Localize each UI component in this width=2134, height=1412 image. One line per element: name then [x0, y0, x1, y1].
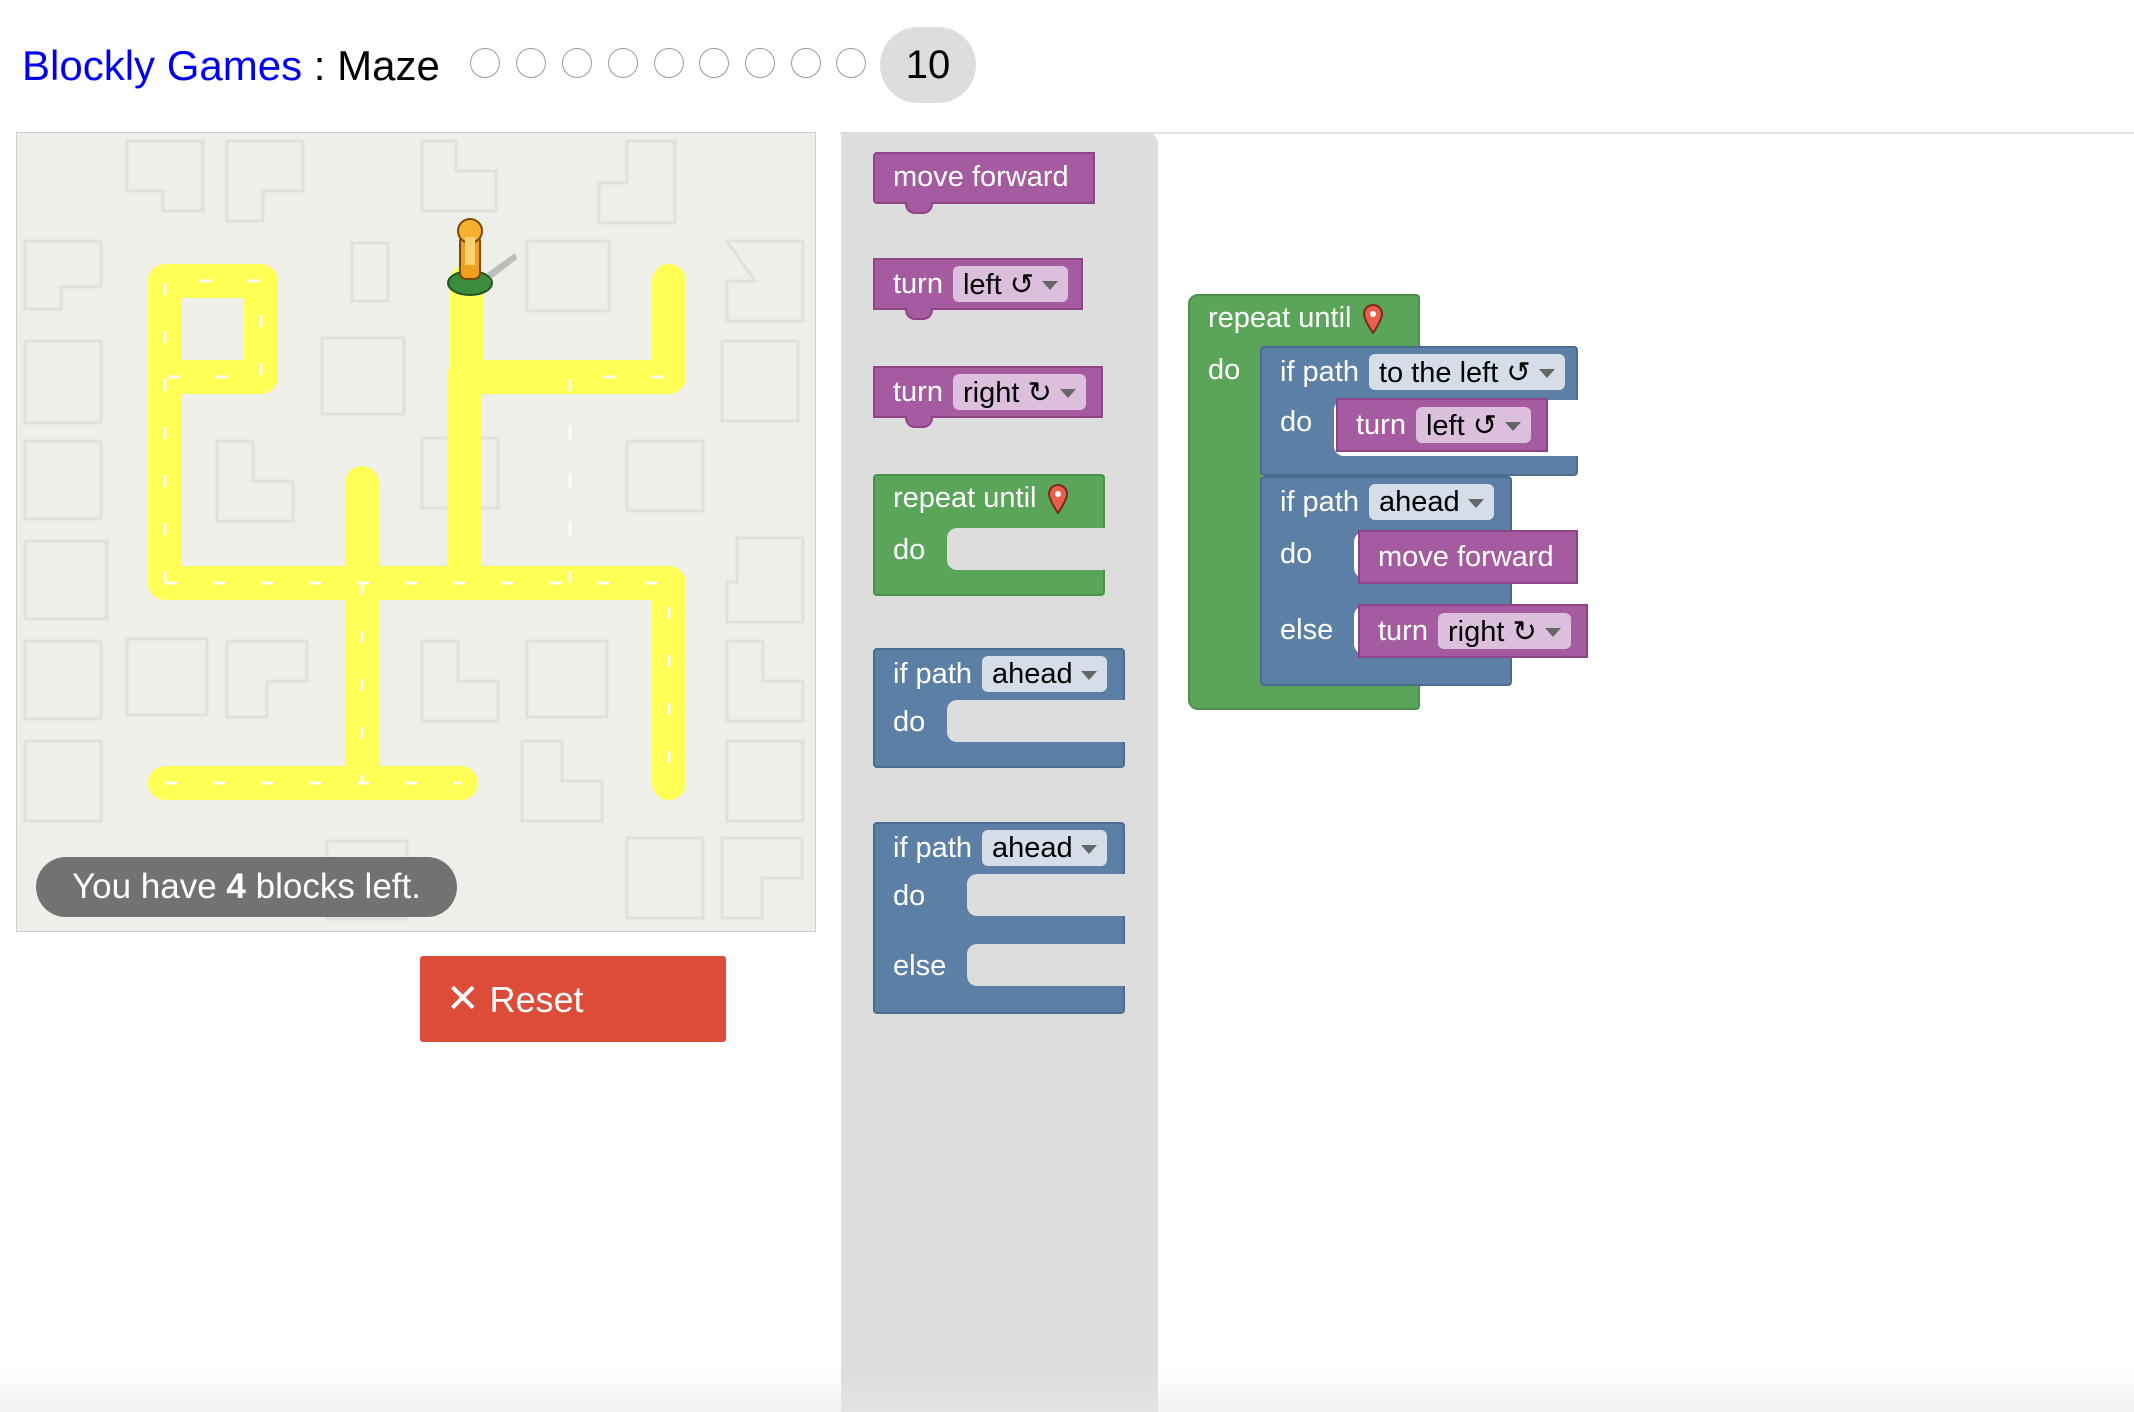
toolbox-if-else-block[interactable]: if path ahead do else — [873, 822, 1125, 1014]
toolbox-turn-left-block[interactable]: turn left ↺ — [873, 258, 1083, 320]
chevron-down-icon — [1059, 389, 1076, 398]
level-10-current[interactable]: 10 — [880, 27, 976, 103]
block-label: else — [1280, 614, 1334, 646]
block-label: if path — [1280, 485, 1359, 518]
path-dropdown[interactable]: to the left ↺ — [1369, 354, 1565, 390]
block-label: turn — [1356, 408, 1406, 441]
bottom-shadow — [0, 1370, 2134, 1412]
block-label: turn — [893, 375, 943, 408]
chevron-down-icon — [1042, 281, 1059, 290]
block-notch — [905, 416, 933, 428]
block-label: turn — [1378, 614, 1428, 647]
block-workspace[interactable]: repeat until do if path to the left ↺ do … — [1158, 134, 2134, 1412]
toolbox-turn-right-block[interactable]: turn right ↻ — [873, 366, 1103, 428]
turn-left-block[interactable]: turn left ↺ — [1336, 398, 1548, 452]
dropdown-value: right ↻ — [962, 376, 1052, 409]
blocks-left-suffix: blocks left. — [245, 867, 421, 906]
statement-slot[interactable] — [947, 528, 1105, 570]
toolbox-repeat-until-block[interactable]: repeat until do — [873, 474, 1105, 596]
level-1-link[interactable] — [470, 48, 500, 78]
dropdown-value: left ↺ — [962, 268, 1035, 301]
chevron-down-icon — [1544, 628, 1561, 637]
block-label: repeat until — [1208, 302, 1352, 334]
direction-dropdown[interactable]: left ↺ — [1415, 407, 1532, 443]
direction-dropdown[interactable]: left ↺ — [952, 266, 1069, 302]
pegman-icon — [447, 218, 517, 296]
block-label: if path — [893, 657, 972, 690]
statement-slot[interactable] — [967, 874, 1125, 916]
level-6-link[interactable] — [699, 48, 729, 78]
maze-board — [16, 132, 816, 932]
block-label: do — [893, 880, 926, 912]
chevron-down-icon — [1538, 369, 1555, 378]
path-dropdown[interactable]: ahead — [982, 656, 1107, 692]
blockly-games-link[interactable]: Blockly Games — [22, 42, 302, 89]
block-label: move forward — [893, 161, 1069, 193]
direction-dropdown[interactable]: right ↻ — [1437, 613, 1571, 649]
dropdown-value: right ↻ — [1447, 615, 1537, 648]
blocks-left-count: 4 — [226, 867, 246, 906]
blocks-left-prefix: You have — [72, 867, 227, 906]
block-label: if path — [1280, 355, 1359, 388]
level-2-link[interactable] — [516, 48, 546, 78]
statement-slot[interactable] — [947, 700, 1125, 742]
toolbox-if-path-block[interactable]: if path ahead do — [873, 648, 1125, 768]
level-7-link[interactable] — [745, 48, 775, 78]
turn-right-block[interactable]: turn right ↻ — [1358, 604, 1588, 658]
page-title: Blockly Games : Maze — [22, 38, 440, 94]
move-forward-block[interactable]: move forward — [1358, 530, 1578, 584]
block-label: if path — [893, 831, 972, 864]
toolbox-move-forward-block[interactable]: move forward — [873, 152, 1095, 214]
block-label: do — [893, 706, 926, 738]
block-label: repeat until — [893, 482, 1037, 514]
maze-path — [148, 264, 686, 800]
reset-label: Reset — [489, 979, 584, 1020]
chevron-down-icon — [1505, 422, 1522, 431]
statement-slot[interactable] — [967, 944, 1125, 986]
block-label: do — [1280, 538, 1313, 570]
goal-marker-icon — [1362, 303, 1383, 334]
block-label: else — [893, 950, 947, 982]
page-name: Maze — [337, 42, 440, 89]
block-label: do — [1208, 354, 1241, 386]
block-label: turn — [893, 267, 943, 300]
level-8-link[interactable] — [791, 48, 821, 78]
reset-button[interactable]: ✕ Reset — [420, 956, 726, 1042]
block-label: do — [1280, 406, 1313, 438]
block-label: do — [893, 534, 926, 566]
path-dashes — [163, 279, 671, 785]
block-notch — [905, 308, 933, 320]
dropdown-value: ahead — [992, 657, 1073, 690]
blocks-left-badge: You have 4 blocks left. — [36, 857, 457, 917]
level-5-link[interactable] — [654, 48, 684, 78]
block-notch — [905, 202, 933, 214]
chevron-down-icon — [1080, 845, 1097, 854]
level-4-link[interactable] — [608, 48, 638, 78]
level-9-link[interactable] — [836, 48, 866, 78]
path-dropdown[interactable]: ahead — [982, 830, 1107, 866]
dropdown-value: left ↺ — [1425, 409, 1498, 442]
block-label: move forward — [1378, 541, 1554, 573]
background-tiles — [23, 139, 805, 921]
chevron-down-icon — [1467, 499, 1484, 508]
dropdown-value: to the left ↺ — [1379, 356, 1531, 389]
toolbox-flyout: move forward turn left ↺ turn right ↻ repe… — [841, 132, 1158, 1412]
goal-marker-icon — [1047, 483, 1068, 514]
chevron-down-icon — [1080, 671, 1097, 680]
level-3-link[interactable] — [562, 48, 592, 78]
path-dropdown[interactable]: ahead — [1369, 484, 1494, 520]
title-separator: : — [302, 42, 338, 89]
dropdown-value: ahead — [1379, 485, 1460, 518]
direction-dropdown[interactable]: right ↻ — [952, 374, 1086, 410]
maze-drawing — [23, 139, 805, 921]
dropdown-value: ahead — [992, 831, 1073, 864]
close-icon: ✕ — [446, 977, 480, 1021]
